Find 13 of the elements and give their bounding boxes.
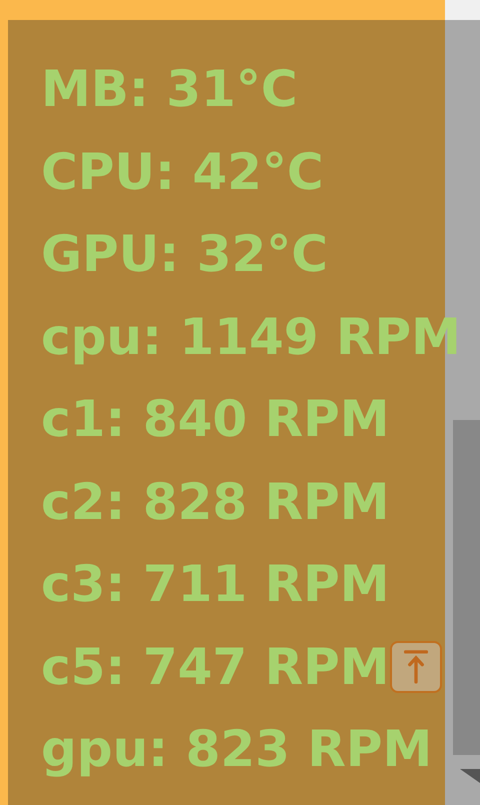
scroll-to-top-button[interactable]	[390, 641, 442, 693]
scrollbar-thumb[interactable]	[453, 420, 480, 755]
scrollbar-corner	[445, 0, 480, 20]
scroll-down-arrow-icon[interactable]	[460, 769, 480, 783]
arrow-up-icon	[404, 650, 428, 684]
sensor-reading: CPU: 42°C	[41, 142, 324, 202]
sensor-reading: c2: 828 RPM	[41, 472, 390, 532]
sensor-reading: c1: 840 RPM	[41, 389, 390, 450]
sensor-reading: GPU: 32°C	[41, 224, 328, 285]
sensor-reading: c5: 747 RPM	[41, 636, 390, 698]
sensor-reading: gpu: 823 RPM	[41, 719, 432, 780]
sensor-reading: c3: 711 RPM	[41, 554, 390, 615]
sensor-reading: MB: 31°C	[41, 59, 298, 120]
